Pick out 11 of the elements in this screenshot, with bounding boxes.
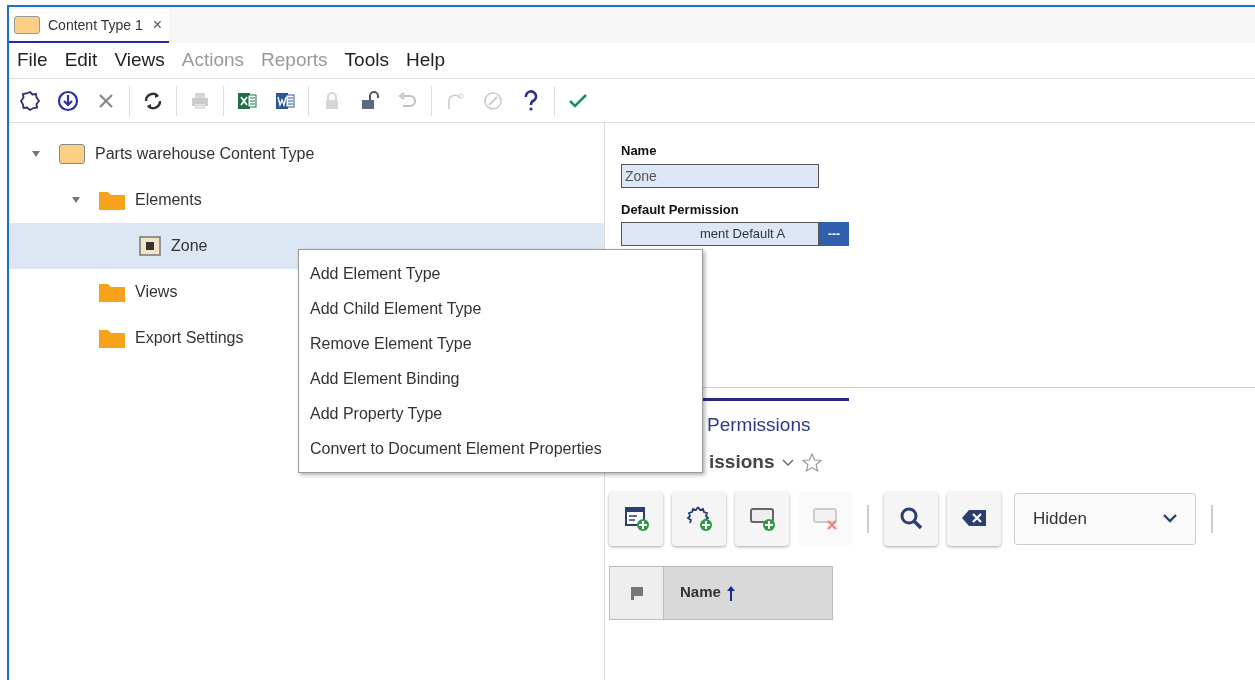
tree-label: Views <box>135 282 178 302</box>
tree-label: Elements <box>135 190 202 210</box>
column-label: Name <box>680 582 721 603</box>
dropdown-value: Hidden <box>1033 507 1087 530</box>
tree-label: Zone <box>171 236 208 256</box>
tree-label: Export Settings <box>135 328 244 348</box>
list-title: issions <box>709 450 775 475</box>
tab-title: Content Type 1 <box>48 15 143 35</box>
tree-label: Parts warehouse Content Type <box>95 144 315 164</box>
field-label: Name <box>621 142 658 160</box>
field-label: Default Permission <box>621 200 740 219</box>
